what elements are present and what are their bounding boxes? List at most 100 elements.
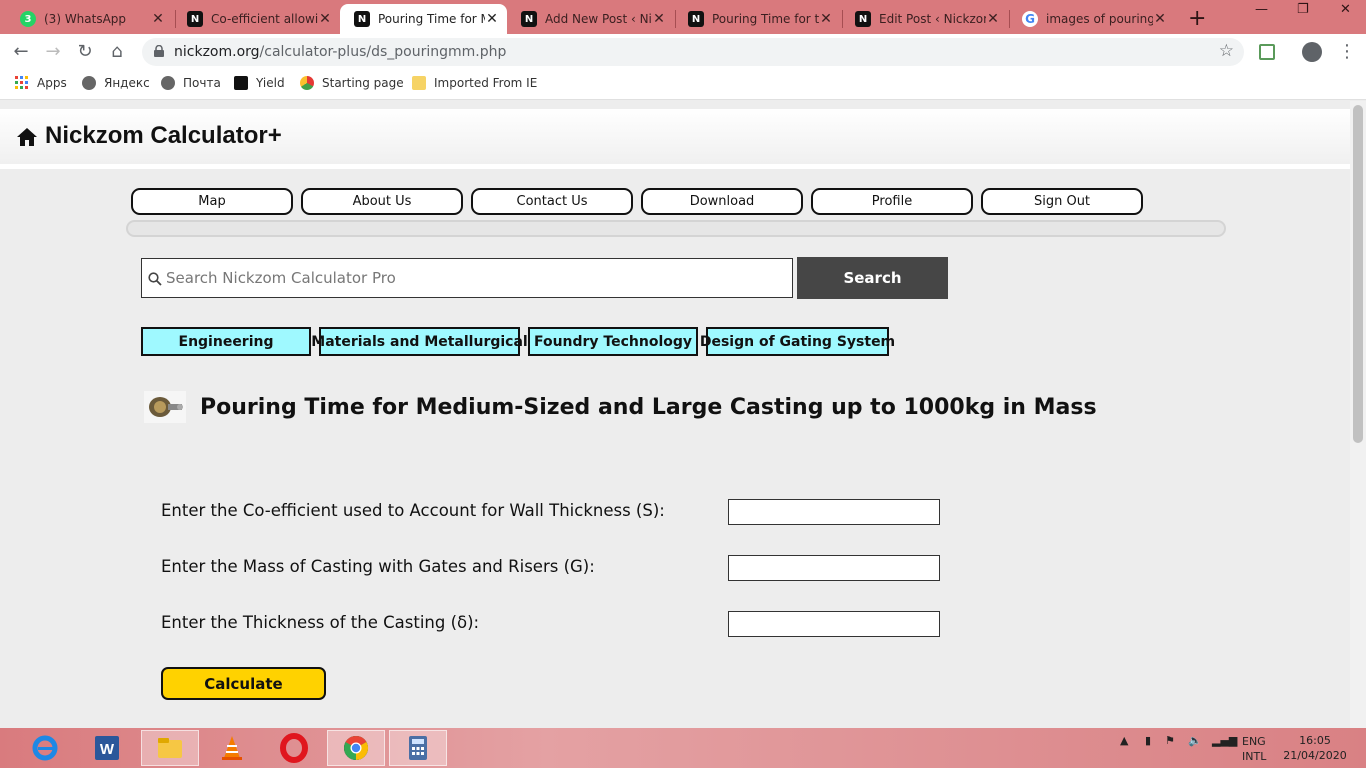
calculate-button[interactable]: Calculate: [161, 667, 326, 700]
network-icon[interactable]: ⚑: [1165, 734, 1175, 747]
globe-icon: [161, 76, 175, 90]
casting-mass-input[interactable]: [728, 555, 940, 581]
nav-slider-bar: [126, 220, 1226, 237]
close-icon[interactable]: ✕: [819, 11, 833, 27]
page-title: Pouring Time for Medium-Sized and Large …: [200, 394, 1097, 420]
site-brand[interactable]: Nickzom Calculator+: [45, 122, 282, 150]
nickzom-icon: [234, 76, 248, 90]
bookmark-pochta[interactable]: Почта: [161, 76, 221, 90]
scrollbar-thumb[interactable]: [1353, 105, 1363, 443]
taskbar-chrome[interactable]: [327, 730, 385, 766]
bookmark-yield[interactable]: Yield: [234, 76, 285, 90]
back-arrow-icon[interactable]: ←: [10, 41, 32, 63]
site-header: Nickzom Calculator+: [0, 109, 1350, 169]
tab-title: images of pouring: [1046, 12, 1153, 26]
whatsapp-icon: 3: [20, 11, 36, 27]
url-domain: nickzom.org: [174, 44, 260, 60]
bookmark-star-icon[interactable]: ☆: [1219, 41, 1234, 61]
keyboard-layout: INTL: [1242, 750, 1267, 763]
bookmark-label: Starting page: [322, 76, 404, 90]
nav-download-button[interactable]: Download: [641, 188, 803, 215]
svg-text:W: W: [100, 741, 115, 758]
tab-add-new-post[interactable]: N Add New Post ‹ Nic ✕: [507, 4, 674, 34]
tab-strip: 3 (3) WhatsApp ✕ N Co-efficient allowing…: [0, 0, 1366, 34]
reload-icon[interactable]: ↻: [74, 41, 96, 63]
restore-icon[interactable]: ❐: [1297, 2, 1309, 17]
kebab-menu-icon[interactable]: ⋮: [1338, 41, 1356, 62]
home-icon[interactable]: [16, 127, 38, 147]
profile-avatar-icon[interactable]: [1302, 42, 1322, 62]
bookmark-apps[interactable]: Apps: [15, 76, 67, 90]
close-icon[interactable]: ✕: [986, 11, 1000, 27]
close-icon[interactable]: ✕: [1153, 11, 1167, 27]
vertical-scrollbar[interactable]: [1350, 101, 1366, 728]
breadcrumb-engineering[interactable]: Engineering: [141, 327, 311, 356]
bookmarks-bar: Apps Яндекс Почта Yield Starting page Im…: [0, 70, 1366, 100]
tab-title: Pouring Time for M: [378, 12, 485, 26]
search-icon: [148, 272, 162, 286]
tab-pouring-time-2[interactable]: N Pouring Time for th ✕: [674, 4, 841, 34]
bookmark-imported-from-ie[interactable]: Imported From IE: [412, 76, 537, 90]
casting-thickness-input[interactable]: [728, 611, 940, 637]
taskbar-file-explorer[interactable]: [141, 730, 199, 766]
tab-title: (3) WhatsApp: [44, 12, 127, 26]
tab-coefficient[interactable]: N Co-efficient allowing ✕: [173, 4, 340, 34]
casting-thickness-label: Enter the Thickness of the Casting (δ):: [161, 613, 480, 632]
taskbar-calculator[interactable]: [389, 730, 447, 766]
battery-icon[interactable]: ▮: [1145, 734, 1151, 747]
taskbar-vlc[interactable]: [203, 730, 261, 766]
signal-icon[interactable]: ▂▄▆: [1212, 734, 1237, 747]
nickzom-icon: N: [354, 11, 370, 27]
taskbar-opera[interactable]: [265, 730, 323, 766]
nav-map-button[interactable]: Map: [131, 188, 293, 215]
tab-edit-post[interactable]: N Edit Post ‹ Nickzom ✕: [841, 4, 1008, 34]
bookmark-label: Imported From IE: [434, 76, 538, 90]
show-hidden-icons-icon[interactable]: ▲: [1120, 734, 1128, 747]
casting-mass-label: Enter the Mass of Casting with Gates and…: [161, 557, 595, 576]
breadcrumb-materials-metallurgical[interactable]: Materials and Metallurgical: [311, 327, 528, 356]
close-icon[interactable]: ✕: [485, 11, 499, 27]
breadcrumb-foundry-technology[interactable]: Foundry Technology: [528, 327, 698, 356]
tab-whatsapp[interactable]: 3 (3) WhatsApp ✕: [6, 4, 173, 34]
address-bar[interactable]: nickzom.org/calculator-plus/ds_pouringmm…: [142, 38, 1244, 66]
taskbar-ie[interactable]: [16, 730, 74, 766]
clock-time: 16:05: [1299, 734, 1331, 747]
wall-thickness-coefficient-input[interactable]: [728, 499, 940, 525]
nav-sign-out-button[interactable]: Sign Out: [981, 188, 1143, 215]
word-icon: W: [95, 736, 119, 760]
bookmark-yandex[interactable]: Яндекс: [82, 76, 150, 90]
volume-icon[interactable]: 🔈: [1188, 734, 1202, 747]
minimize-icon[interactable]: —: [1255, 2, 1268, 17]
browser-toolbar: ← → ↻ ⌂ nickzom.org/calculator-plus/ds_p…: [0, 34, 1366, 70]
nav-contact-us-button[interactable]: Contact Us: [471, 188, 633, 215]
language-indicator[interactable]: ENG INTL: [1242, 734, 1266, 764]
nickzom-icon: N: [521, 11, 537, 27]
forward-arrow-icon[interactable]: →: [42, 41, 64, 63]
tab-pouring-time-active[interactable]: N Pouring Time for M ✕: [340, 4, 507, 34]
search-input[interactable]: [166, 259, 786, 297]
close-icon[interactable]: ✕: [151, 11, 165, 27]
language-code: ENG: [1242, 735, 1266, 748]
breadcrumb-design-of-gating-system[interactable]: Design of Gating System: [700, 327, 895, 356]
chrome-icon: [344, 735, 369, 760]
system-clock[interactable]: 16:05 21/04/2020: [1280, 733, 1350, 763]
taskbar-word[interactable]: W: [78, 730, 136, 766]
nickzom-icon: N: [688, 11, 704, 27]
bookmark-starting-page[interactable]: Starting page: [300, 76, 404, 90]
page-content: Nickzom Calculator+ Map About Us Contact…: [0, 101, 1350, 728]
google-icon: G: [1022, 11, 1038, 27]
folder-icon: [158, 738, 182, 758]
nav-about-us-button[interactable]: About Us: [301, 188, 463, 215]
tab-google-images[interactable]: G images of pouring ✕: [1008, 4, 1175, 34]
bookmark-label: Apps: [37, 76, 67, 90]
close-icon[interactable]: ✕: [652, 11, 666, 27]
close-icon[interactable]: ✕: [318, 11, 332, 27]
search-button[interactable]: Search: [797, 257, 948, 299]
tab-title: Pouring Time for th: [712, 12, 819, 26]
home-icon[interactable]: ⌂: [106, 41, 128, 63]
extension-icon[interactable]: [1259, 44, 1275, 60]
casting-thumbnail-image: [144, 391, 186, 423]
new-tab-button[interactable]: +: [1188, 6, 1206, 31]
close-window-icon[interactable]: ✕: [1340, 2, 1351, 17]
nav-profile-button[interactable]: Profile: [811, 188, 973, 215]
